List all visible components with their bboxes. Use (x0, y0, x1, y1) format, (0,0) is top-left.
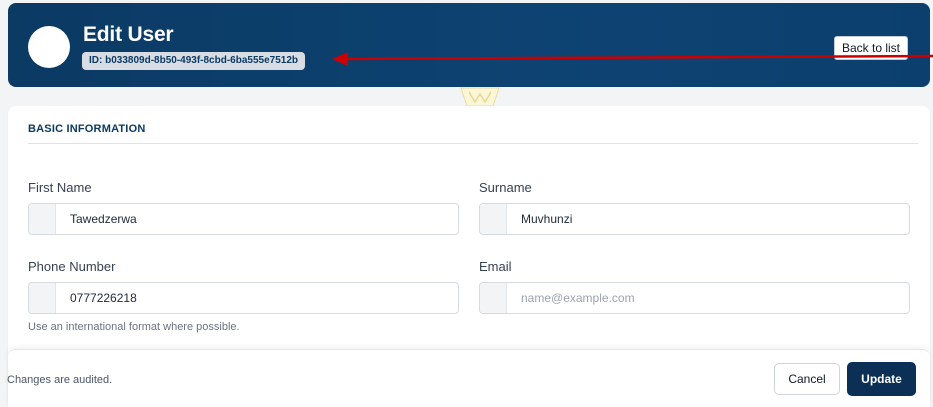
surname-field-wrapper (479, 203, 910, 235)
user-id-badge: ID: b033809d-8b50-493f-8cbd-6ba555e7512b (82, 52, 305, 70)
audit-note: Changes are audited. (7, 374, 113, 386)
section-divider (28, 143, 918, 144)
update-button[interactable]: Update (847, 362, 916, 396)
page-title: Edit User (83, 23, 174, 46)
watermark-icon (460, 87, 500, 107)
phone-number-label: Phone Number (28, 259, 116, 274)
phone-field-wrapper (28, 282, 459, 314)
phone-hint: Use an international format where possib… (28, 321, 240, 333)
first-name-label: First Name (28, 180, 92, 195)
surname-addon (480, 204, 507, 234)
phone-number-input[interactable] (56, 283, 458, 313)
first-name-addon (29, 204, 56, 234)
first-name-input[interactable] (56, 204, 458, 234)
email-addon (480, 283, 507, 313)
action-footer: Changes are audited. Cancel Update (7, 349, 930, 407)
cancel-button[interactable]: Cancel (774, 363, 840, 395)
email-label: Email (479, 259, 512, 274)
phone-addon (29, 283, 56, 313)
page-header: Edit User ID: b033809d-8b50-493f-8cbd-6b… (8, 3, 930, 87)
email-input[interactable] (507, 283, 909, 313)
section-title: BASIC INFORMATION (28, 123, 146, 135)
avatar (28, 26, 70, 68)
first-name-field-wrapper (28, 203, 459, 235)
email-field-wrapper (479, 282, 910, 314)
surname-input[interactable] (507, 204, 909, 234)
surname-label: Surname (479, 180, 532, 195)
annotation-arrow-icon (332, 52, 933, 66)
